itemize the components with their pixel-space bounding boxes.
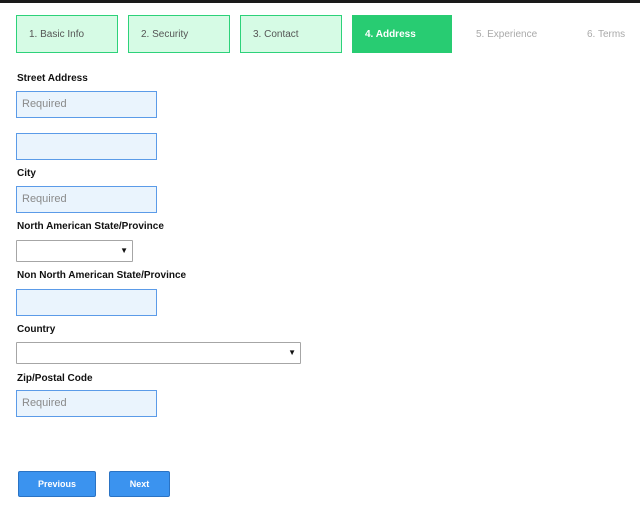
na-state-select[interactable]: ▼ (16, 240, 133, 262)
city-input[interactable]: Required (16, 186, 157, 213)
zip-label: Zip/Postal Code (17, 373, 93, 384)
street-address-line2-input[interactable] (16, 133, 157, 160)
step-basic-info[interactable]: 1. Basic Info (16, 15, 118, 53)
city-label: City (17, 168, 36, 179)
country-select[interactable]: ▼ (16, 342, 301, 364)
street-address-line1-input[interactable]: Required (16, 91, 157, 118)
previous-button[interactable]: Previous (18, 471, 96, 497)
country-label: Country (17, 324, 56, 335)
top-border (0, 0, 640, 3)
next-button[interactable]: Next (109, 471, 170, 497)
step-experience[interactable]: 5. Experience (463, 15, 563, 53)
street-address-label: Street Address (17, 73, 88, 84)
non-na-state-label: Non North American State/Province (17, 270, 187, 281)
chevron-down-icon: ▼ (288, 348, 296, 357)
step-security[interactable]: 2. Security (128, 15, 230, 53)
non-na-state-input[interactable] (16, 289, 157, 316)
step-contact[interactable]: 3. Contact (240, 15, 342, 53)
wizard-steps: 1. Basic Info 2. Security 3. Contact 4. … (16, 15, 640, 53)
chevron-down-icon: ▼ (120, 246, 128, 255)
step-address[interactable]: 4. Address (352, 15, 452, 53)
step-terms[interactable]: 6. Terms (574, 15, 640, 53)
zip-input[interactable]: Required (16, 390, 157, 417)
na-state-label: North American State/Province (17, 221, 164, 232)
